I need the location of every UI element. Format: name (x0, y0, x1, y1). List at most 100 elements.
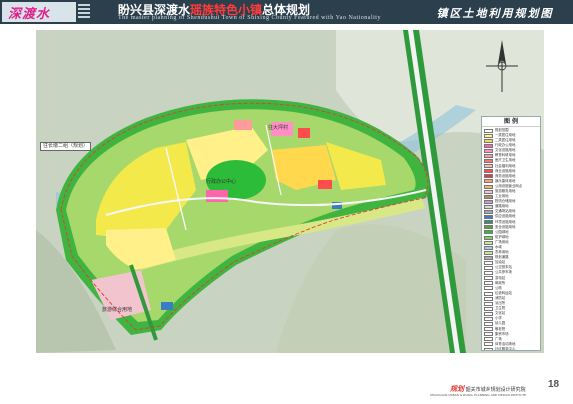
legend-swatch (484, 291, 493, 296)
legend-label: 敬老院 (495, 326, 506, 331)
legend-label: 派出所 (495, 301, 506, 306)
legend-label: 农林用地 (495, 250, 509, 255)
legend-swatch (484, 286, 493, 291)
legend-swatch (484, 189, 493, 194)
legend-swatch (484, 154, 493, 159)
title-english: The master planning of Shendushui Town o… (118, 15, 381, 21)
label-tourism-center: 旅游综合用地 (102, 307, 133, 313)
legend-label: 集贸市场 (495, 331, 509, 336)
legend-label: 体育活动场地 (495, 341, 516, 346)
legend-label: 水域 (495, 245, 502, 249)
legend-swatch (484, 128, 493, 133)
legend-swatch (484, 169, 493, 174)
legend-swatch (484, 230, 493, 235)
legend-swatch (484, 138, 493, 143)
legend-swatch (484, 143, 493, 148)
legend-swatch (484, 327, 493, 332)
legend-swatch (484, 296, 493, 301)
commercial-block-2 (318, 180, 332, 189)
legend-label: 广场 (495, 336, 502, 341)
legend-swatch (484, 164, 493, 169)
map-canvas (36, 30, 544, 353)
legend-swatch (484, 225, 493, 230)
legend-label: 变电站 (495, 275, 506, 280)
legend-swatch (484, 255, 493, 260)
legend-item: 社区服务中心 (484, 346, 538, 351)
legend-label: 供应设施用地 (495, 214, 516, 219)
utility-block-2 (161, 302, 173, 310)
legend-swatch (484, 250, 493, 255)
org-mark: 规划 (450, 385, 464, 393)
footer-org-english: SHAOGUAN URBAN & RURAL PLANNING AND DESI… (430, 393, 527, 397)
legend-swatch (484, 159, 493, 164)
admin-block (206, 190, 228, 202)
legend-label: 工业用地 (495, 194, 509, 199)
legend-label: 邮政所 (495, 280, 506, 285)
legend-label: 环境设施用地 (495, 219, 516, 224)
legend-swatch (484, 215, 493, 220)
label-town-center: 行政办公中心 (206, 179, 237, 185)
legend-swatch (484, 271, 493, 276)
label-village-left: 往长墩二组（规划） (40, 142, 92, 151)
legend-swatch (484, 240, 493, 245)
legend-swatch (484, 266, 493, 271)
legend-title: 图 例 (482, 117, 540, 127)
logo-stripes (78, 4, 90, 20)
legend-label: 公厕 (495, 285, 502, 290)
legend-label: 娱乐康体用地 (495, 178, 516, 183)
legend-swatch (484, 245, 493, 250)
legend-label: 社会福利用地 (495, 163, 516, 168)
legend-swatch (484, 184, 493, 189)
compass-icon (486, 40, 518, 92)
legend-label: 公共停车场 (495, 270, 512, 275)
legend-swatch (484, 220, 493, 225)
legend-label: 社区服务中心 (495, 346, 516, 351)
legend-swatch (484, 311, 493, 316)
logo-badge: 深渡水 (2, 2, 76, 22)
legend-swatch (484, 133, 493, 138)
legend-swatch (484, 301, 493, 306)
legend-swatch (484, 347, 493, 350)
legend-swatch (484, 337, 493, 342)
legend-swatch (484, 148, 493, 153)
legend-swatch (484, 342, 493, 347)
legend-label: 商业设施用地 (495, 168, 516, 173)
logo-text: 深渡水 (8, 7, 51, 22)
legend-label: 安全设施用地 (495, 224, 516, 229)
legend-swatch (484, 322, 493, 327)
legend-swatch (484, 174, 493, 179)
section-title: 镇区土地利用规划图 (436, 7, 554, 20)
legend-label: 公用设施营业网点 (495, 183, 523, 188)
legend-label: 垃圾转运站 (495, 290, 512, 295)
legend-label: 消防站 (495, 295, 506, 300)
legend-swatch (484, 260, 493, 265)
legend-swatch (484, 317, 493, 322)
commercial-block-1 (298, 128, 310, 138)
page-number: 18 (548, 379, 560, 390)
land-use-map[interactable]: 往长墩二组（规划） 往大坪村 旅游综合用地 行政办公中心 (36, 30, 544, 353)
legend-list: 规划范围 一类居住用地 二类居住用地 行政办公用地 文化设施用地 教育科研用地 医疗卫生用地… (482, 127, 540, 351)
legend-swatch (484, 194, 493, 199)
legend-swatch (484, 179, 493, 184)
legend-swatch (484, 235, 493, 240)
legend-label: 商务设施用地 (495, 173, 516, 178)
legend-swatch (484, 204, 493, 209)
north-arrow (482, 38, 522, 96)
legend-panel: 图 例 规划范围 一类居住用地 二类居住用地 行政办公用地 文化设施用地 教育科研用地 医疗… (481, 116, 541, 351)
legend-label: 规划范围 (495, 127, 509, 132)
legend-label: 一类居住用地 (495, 132, 516, 137)
legend-label: 广场用地 (495, 239, 509, 244)
education-block (234, 120, 252, 130)
legend-label: 公园绿地 (495, 229, 509, 234)
legend-label: 旅游服务用地 (495, 188, 516, 193)
legend-label: 二类居住用地 (495, 138, 516, 143)
legend-swatch (484, 332, 493, 337)
legend-swatch (484, 276, 493, 281)
legend-swatch (484, 199, 493, 204)
legend-label: 医疗卫生用地 (495, 158, 516, 163)
legend-label: 幼儿园 (495, 321, 506, 326)
legend-label: 防护绿地 (495, 234, 509, 239)
legend-swatch (484, 281, 493, 286)
label-village-right: 往大坪村 (268, 125, 289, 131)
legend-swatch (484, 306, 493, 311)
